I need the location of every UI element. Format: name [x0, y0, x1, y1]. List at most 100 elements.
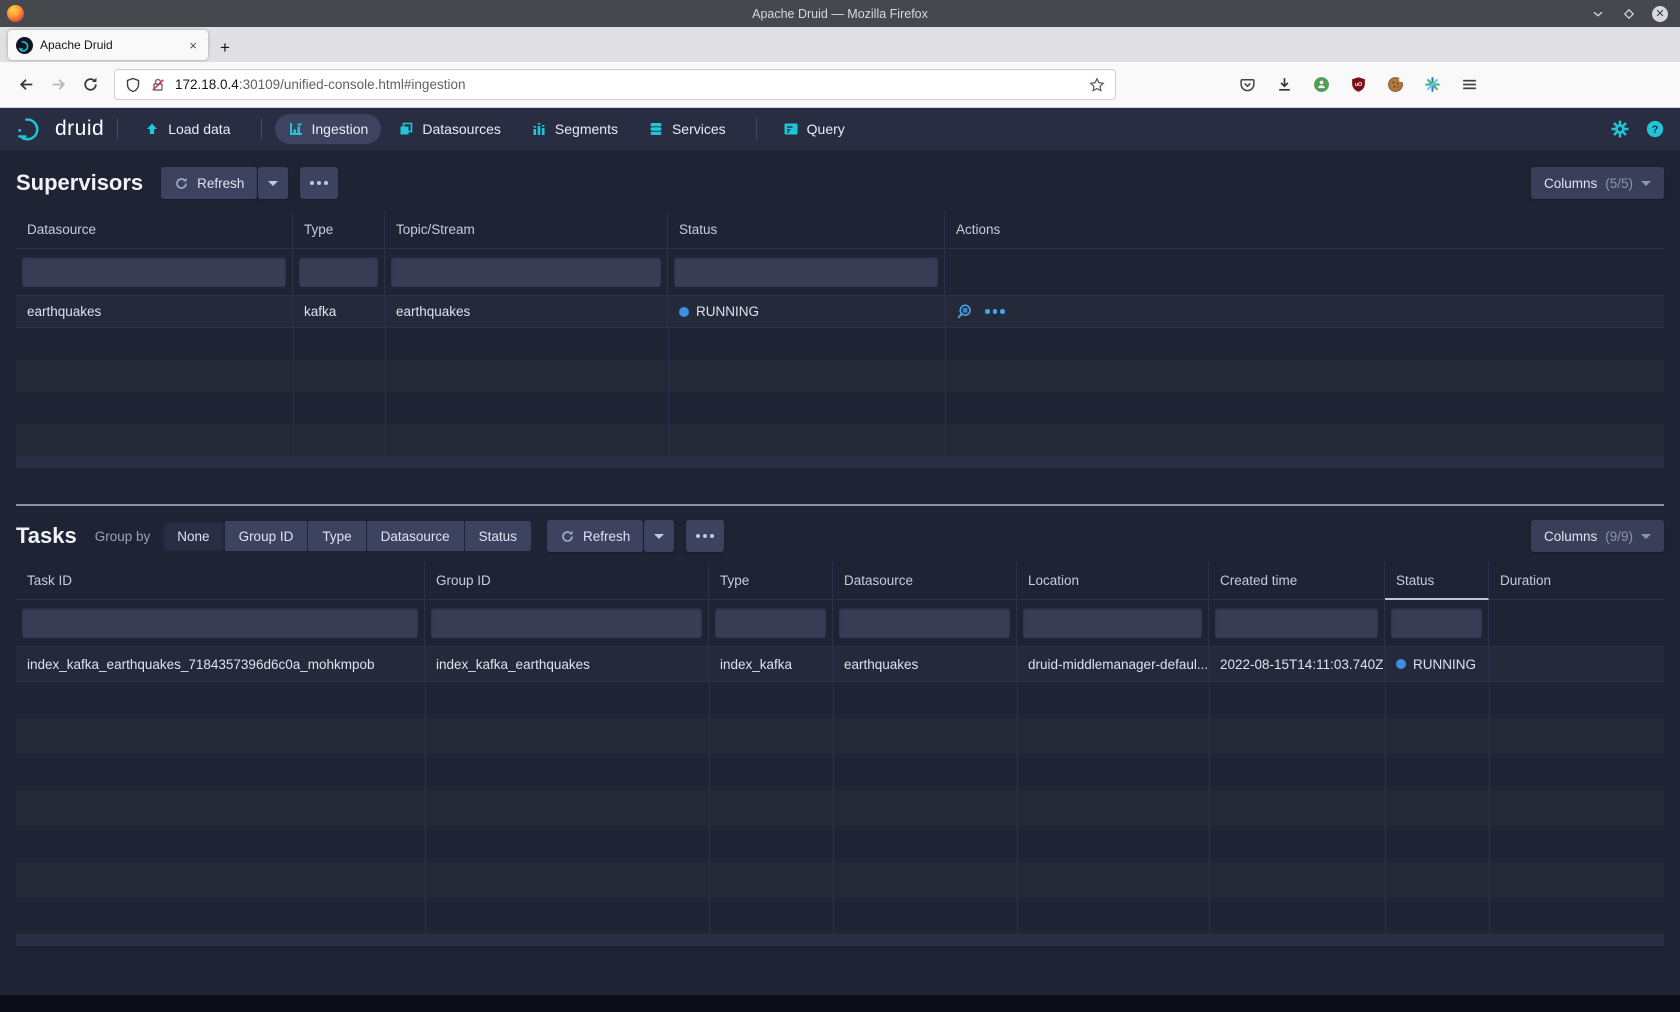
browser-tab[interactable]: Apache Druid ×: [8, 30, 208, 60]
nav-item-load-data[interactable]: Load data: [131, 114, 243, 144]
supervisors-more-button[interactable]: [300, 167, 338, 199]
ingestion-view: Supervisors Refresh Columns (5/5) Dataso…: [0, 163, 1680, 468]
refresh-label: Refresh: [197, 176, 244, 191]
load-data-arrow-icon: [144, 121, 160, 137]
more-icon: [696, 534, 714, 538]
type-filter-input[interactable]: [715, 608, 826, 638]
inspect-payload-icon[interactable]: [956, 303, 973, 320]
group-by-type-button[interactable]: Type: [308, 521, 365, 551]
window-minimize-button[interactable]: [1590, 6, 1605, 21]
account-extension-icon[interactable]: [1306, 70, 1336, 100]
filter-cell: [668, 249, 945, 295]
col-header-location[interactable]: Location: [1017, 562, 1209, 600]
col-header-status[interactable]: Status: [668, 211, 945, 249]
topic-filter-input[interactable]: [391, 257, 661, 287]
lock-disabled-icon[interactable]: [150, 77, 166, 93]
columns-label: Columns: [1544, 176, 1597, 191]
col-header-actions[interactable]: Actions: [945, 211, 1664, 249]
supervisors-refresh-caret-button[interactable]: [258, 167, 288, 199]
filter-cell: [1489, 600, 1664, 646]
status-label: RUNNING: [1413, 657, 1476, 672]
task-type-cell: index_kafka: [709, 646, 833, 682]
task-id-filter-input[interactable]: [22, 608, 418, 638]
pocket-icon[interactable]: [1232, 70, 1262, 100]
window-maximize-button[interactable]: [1621, 6, 1636, 21]
section-divider[interactable]: [16, 504, 1664, 506]
tasks-table: Task ID Group ID Type Datasource Locatio…: [16, 562, 1664, 946]
window-close-button[interactable]: ✕: [1652, 6, 1668, 22]
forward-button[interactable]: [42, 70, 74, 100]
group-id-filter-input[interactable]: [431, 608, 702, 638]
ublock-origin-icon[interactable]: uO: [1343, 70, 1373, 100]
menu-icon[interactable]: [1454, 70, 1484, 100]
tab-favicon: [16, 37, 33, 54]
nav-item-query[interactable]: Query: [770, 114, 858, 144]
tracking-shield-icon[interactable]: [125, 77, 141, 93]
svg-text:?: ?: [1652, 124, 1659, 136]
nav-item-datasources[interactable]: Datasources: [385, 114, 514, 144]
tasks-refresh-button[interactable]: Refresh: [547, 520, 643, 552]
status-filter-input[interactable]: [674, 257, 938, 287]
new-tab-button[interactable]: +: [208, 38, 242, 62]
row-more-actions-icon[interactable]: [985, 309, 1005, 314]
tab-close-icon[interactable]: ×: [186, 38, 200, 53]
datasource-filter-input[interactable]: [839, 608, 1010, 638]
reload-button[interactable]: [74, 70, 106, 100]
status-filter-input[interactable]: [1391, 608, 1482, 638]
nav-item-services[interactable]: Services: [635, 114, 739, 144]
horizontal-scrollbar[interactable]: [16, 456, 1664, 468]
col-header-task-id[interactable]: Task ID: [16, 562, 425, 600]
url-text[interactable]: 172.18.0.4:30109/unified-console.html#in…: [175, 77, 1089, 92]
col-header-status-sorted[interactable]: Status: [1385, 562, 1489, 600]
refresh-icon: [560, 529, 575, 544]
bookmark-star-icon[interactable]: [1089, 77, 1105, 93]
group-by-status-button[interactable]: Status: [465, 521, 531, 551]
location-filter-input[interactable]: [1023, 608, 1202, 638]
back-button[interactable]: [10, 70, 42, 100]
spark-extension-icon[interactable]: [1417, 70, 1447, 100]
nav-item-segments[interactable]: Segments: [518, 114, 631, 144]
supervisors-header: Supervisors Refresh Columns (5/5): [16, 163, 1664, 203]
supervisors-columns-button[interactable]: Columns (5/5): [1531, 167, 1664, 199]
horizontal-scrollbar[interactable]: [16, 934, 1664, 946]
cookie-extension-icon[interactable]: [1380, 70, 1410, 100]
tasks-title: Tasks: [16, 523, 77, 549]
col-header-datasource[interactable]: Datasource: [16, 211, 293, 249]
group-by-group-id-button[interactable]: Group ID: [225, 521, 308, 551]
type-filter-input[interactable]: [299, 257, 378, 287]
downloads-icon[interactable]: [1269, 70, 1299, 100]
druid-logo-icon: [16, 114, 46, 144]
col-header-group-id[interactable]: Group ID: [425, 562, 709, 600]
datasource-filter-input[interactable]: [22, 257, 286, 287]
group-by-label: Group by: [95, 529, 151, 544]
tasks-refresh-caret-button[interactable]: [644, 520, 674, 552]
nav-item-ingestion[interactable]: Ingestion: [275, 114, 382, 144]
task-location-cell: druid-middlemanager-defaul...: [1017, 646, 1209, 682]
col-header-duration[interactable]: Duration: [1489, 562, 1664, 600]
group-by-datasource-button[interactable]: Datasource: [367, 521, 464, 551]
tasks-columns-button[interactable]: Columns (9/9): [1531, 520, 1664, 552]
filter-cell: [293, 249, 385, 295]
col-header-type[interactable]: Type: [709, 562, 833, 600]
supervisor-status-cell: RUNNING: [668, 295, 945, 328]
nav-item-label: Datasources: [422, 121, 501, 137]
refresh-icon: [174, 176, 189, 191]
tasks-more-button[interactable]: [686, 520, 724, 552]
nav-item-label: Query: [807, 121, 845, 137]
services-database-icon: [648, 121, 664, 137]
help-icon[interactable]: ?: [1646, 120, 1664, 138]
created-time-filter-input[interactable]: [1215, 608, 1378, 638]
nav-item-label: Segments: [555, 121, 618, 137]
col-header-type[interactable]: Type: [293, 211, 385, 249]
col-header-datasource[interactable]: Datasource: [833, 562, 1017, 600]
url-bar[interactable]: 172.18.0.4:30109/unified-console.html#in…: [114, 69, 1116, 100]
col-header-topic-stream[interactable]: Topic/Stream: [385, 211, 668, 249]
settings-gear-icon[interactable]: [1611, 120, 1629, 138]
druid-logo[interactable]: druid: [16, 114, 104, 144]
group-by-none-button[interactable]: None: [163, 521, 223, 551]
filter-cell: [833, 600, 1017, 646]
supervisors-refresh-button[interactable]: Refresh: [161, 167, 257, 199]
filter-cell: [1017, 600, 1209, 646]
col-header-created-time[interactable]: Created time: [1209, 562, 1385, 600]
filter-cell: [16, 600, 425, 646]
